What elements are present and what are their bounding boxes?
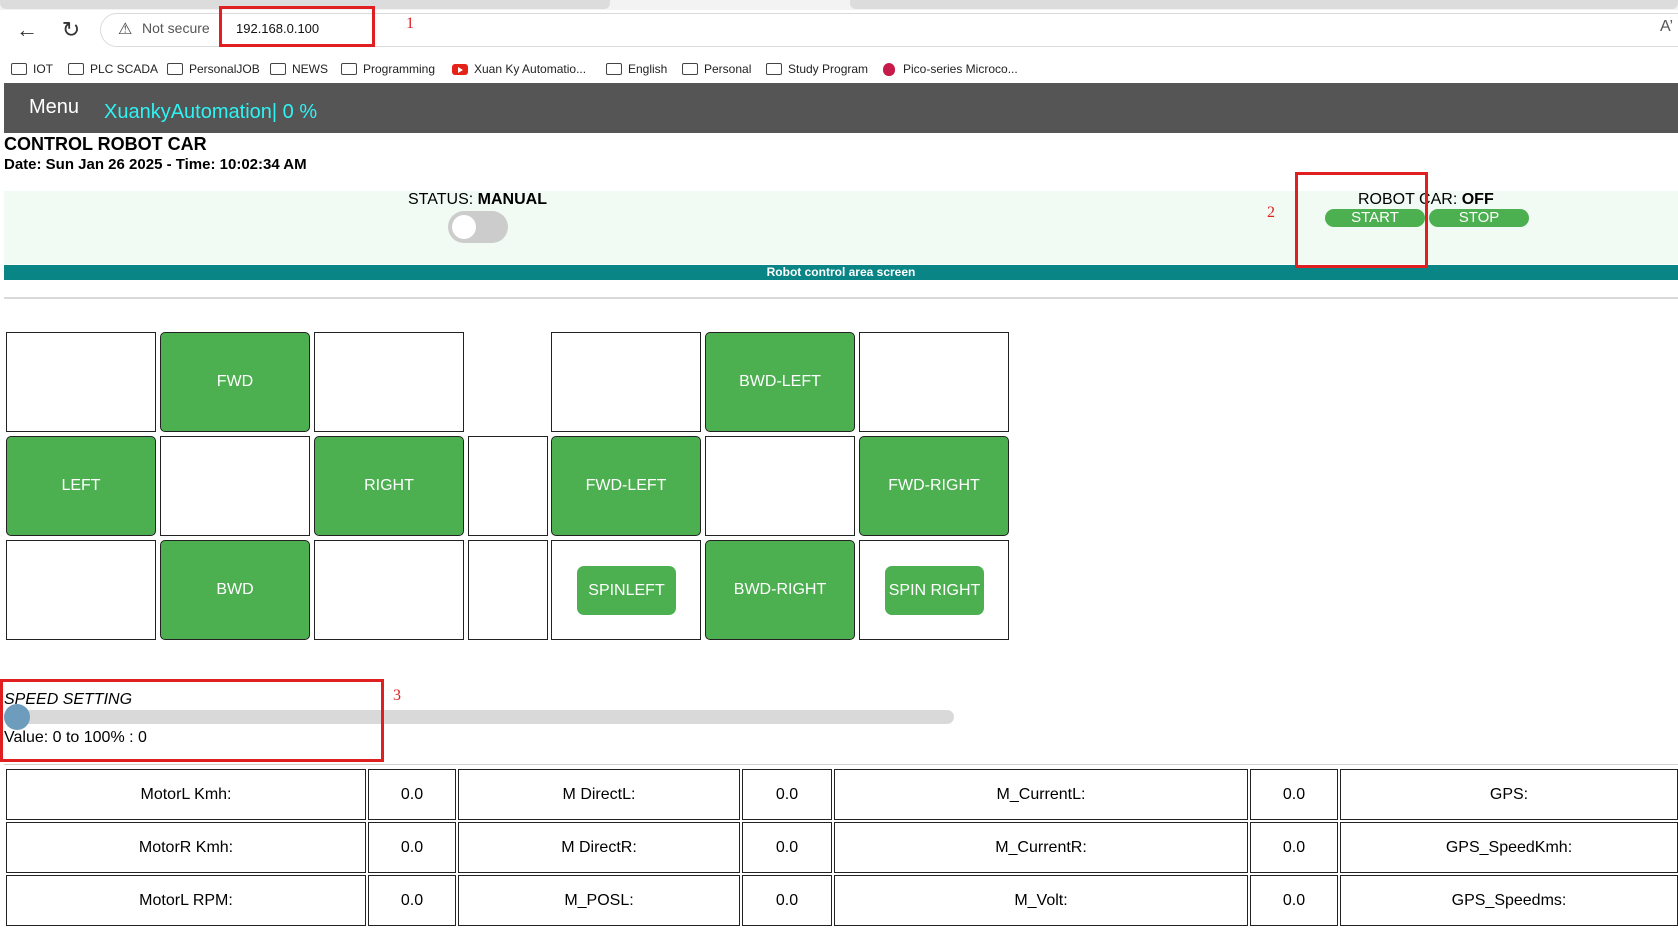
status-text: STATUS: xyxy=(408,191,478,208)
folder-icon xyxy=(68,63,84,75)
brand-title: XuankyAutomation| 0 % xyxy=(104,101,318,123)
annotation-box-start xyxy=(1295,172,1428,268)
browser-tab[interactable] xyxy=(850,0,1678,9)
annotation-box-url xyxy=(219,6,375,47)
table-value: 0.0 xyxy=(368,822,456,873)
spin-left-button[interactable]: SPINLEFT xyxy=(577,566,676,615)
spin-right-button[interactable]: SPIN RIGHT xyxy=(885,566,984,615)
grid-cell-empty xyxy=(859,332,1009,432)
fwd-button[interactable]: FWD xyxy=(160,332,310,432)
table-label: MotorL Kmh: xyxy=(6,769,366,820)
warning-icon[interactable]: ⚠ xyxy=(118,19,132,39)
grid-cell-empty xyxy=(468,436,548,536)
folder-icon xyxy=(766,63,782,75)
table-label: GPS: xyxy=(1340,769,1678,820)
bookmark-iot[interactable]: IOT xyxy=(11,55,53,83)
bookmark-label: PersonalJOB xyxy=(189,62,260,76)
back-arrow-icon[interactable]: ← xyxy=(12,16,42,44)
bookmark-label: Xuan Ky Automatio... xyxy=(474,62,587,76)
right-button[interactable]: RIGHT xyxy=(314,436,464,536)
table-label: GPS_SpeedKmh: xyxy=(1340,822,1678,873)
bookmark-english[interactable]: English xyxy=(606,55,667,83)
table-value: 0.0 xyxy=(742,875,832,926)
annotation-number: 3 xyxy=(393,687,401,704)
grid-cell-empty xyxy=(6,540,156,640)
table-label: GPS_Speedms: xyxy=(1340,875,1678,926)
table-value: 0.0 xyxy=(742,822,832,873)
robot-state: OFF xyxy=(1461,191,1494,208)
left-button[interactable]: LEFT xyxy=(6,436,156,536)
bookmark-label: Pico-series Microco... xyxy=(903,62,1018,76)
divider xyxy=(4,297,1678,299)
bookmark-label: Personal xyxy=(704,62,752,76)
bookmark-xuan-ky[interactable]: Xuan Ky Automatio... xyxy=(452,55,586,83)
folder-icon xyxy=(341,63,357,75)
divider xyxy=(4,764,1678,765)
bwd-right-button[interactable]: BWD-RIGHT xyxy=(705,540,855,640)
page-title: CONTROL ROBOT CAR xyxy=(4,134,207,154)
bookmark-news[interactable]: NEWS xyxy=(270,55,328,83)
bookmark-personaljob[interactable]: PersonalJOB xyxy=(167,55,260,83)
table-label: M DirectR: xyxy=(458,822,740,873)
folder-icon xyxy=(167,63,183,75)
grid-cell-empty xyxy=(314,332,464,432)
bookmark-personal[interactable]: Personal xyxy=(682,55,751,83)
fwd-left-button[interactable]: FWD-LEFT xyxy=(551,436,701,536)
bookmark-label: Study Program xyxy=(788,62,869,76)
grid-cell-empty xyxy=(160,436,310,536)
menu-button[interactable]: Menu xyxy=(29,96,79,119)
folder-icon xyxy=(270,63,286,75)
bookmark-label: English xyxy=(628,62,668,76)
table-label: M_CurrentR: xyxy=(834,822,1248,873)
grid-cell-empty xyxy=(705,436,855,536)
reload-icon[interactable]: ↻ xyxy=(56,16,86,44)
stop-button[interactable]: STOP xyxy=(1429,209,1529,227)
annotation-number: 2 xyxy=(1267,204,1275,221)
folder-icon xyxy=(606,63,622,75)
table-label: MotorR Kmh: xyxy=(6,822,366,873)
table-value: 0.0 xyxy=(368,875,456,926)
table-value: 0.0 xyxy=(742,769,832,820)
bookmark-label: IOT xyxy=(33,62,53,76)
read-aloud-icon[interactable]: A’ xyxy=(1660,18,1673,36)
folder-icon xyxy=(11,63,27,75)
grid-cell-empty xyxy=(6,332,156,432)
table-label: M_POSL: xyxy=(458,875,740,926)
raspberry-pi-icon xyxy=(883,62,895,76)
table-label: MotorL RPM: xyxy=(6,875,366,926)
bookmark-label: Programming xyxy=(363,62,436,76)
table-label: M DirectL: xyxy=(458,769,740,820)
table-label: M_Volt: xyxy=(834,875,1248,926)
youtube-icon xyxy=(452,63,468,75)
bwd-button[interactable]: BWD xyxy=(160,540,310,640)
bookmark-pico[interactable]: Pico-series Microco... xyxy=(883,55,1018,83)
status-label: STATUS: MANUAL xyxy=(408,191,547,209)
folder-icon xyxy=(682,63,698,75)
bookmark-label: NEWS xyxy=(292,62,328,76)
bookmarks-bar: IOT PLC SCADA PersonalJOB NEWS Programmi… xyxy=(0,55,1678,83)
annotation-box-speed xyxy=(0,679,384,762)
grid-cell-empty xyxy=(468,540,548,640)
toggle-knob[interactable] xyxy=(452,215,476,239)
fwd-right-button[interactable]: FWD-RIGHT xyxy=(859,436,1009,536)
status-value: MANUAL xyxy=(477,191,547,208)
bookmark-study-program[interactable]: Study Program xyxy=(766,55,868,83)
annotation-number: 1 xyxy=(406,15,414,32)
bookmark-label: PLC SCADA xyxy=(90,62,159,76)
bookmark-plc-scada[interactable]: PLC SCADA xyxy=(68,55,158,83)
bwd-left-button[interactable]: BWD-LEFT xyxy=(705,332,855,432)
table-value: 0.0 xyxy=(1250,875,1338,926)
table-label: M_CurrentL: xyxy=(834,769,1248,820)
table-value: 0.0 xyxy=(1250,769,1338,820)
grid-cell-empty xyxy=(551,332,701,432)
table-value: 0.0 xyxy=(1250,822,1338,873)
table-value: 0.0 xyxy=(368,769,456,820)
grid-cell-empty xyxy=(314,540,464,640)
datetime-label: Date: Sun Jan 26 2025 - Time: 10:02:34 A… xyxy=(4,156,307,173)
bookmark-programming[interactable]: Programming xyxy=(341,55,435,83)
security-label[interactable]: Not secure xyxy=(142,20,210,36)
